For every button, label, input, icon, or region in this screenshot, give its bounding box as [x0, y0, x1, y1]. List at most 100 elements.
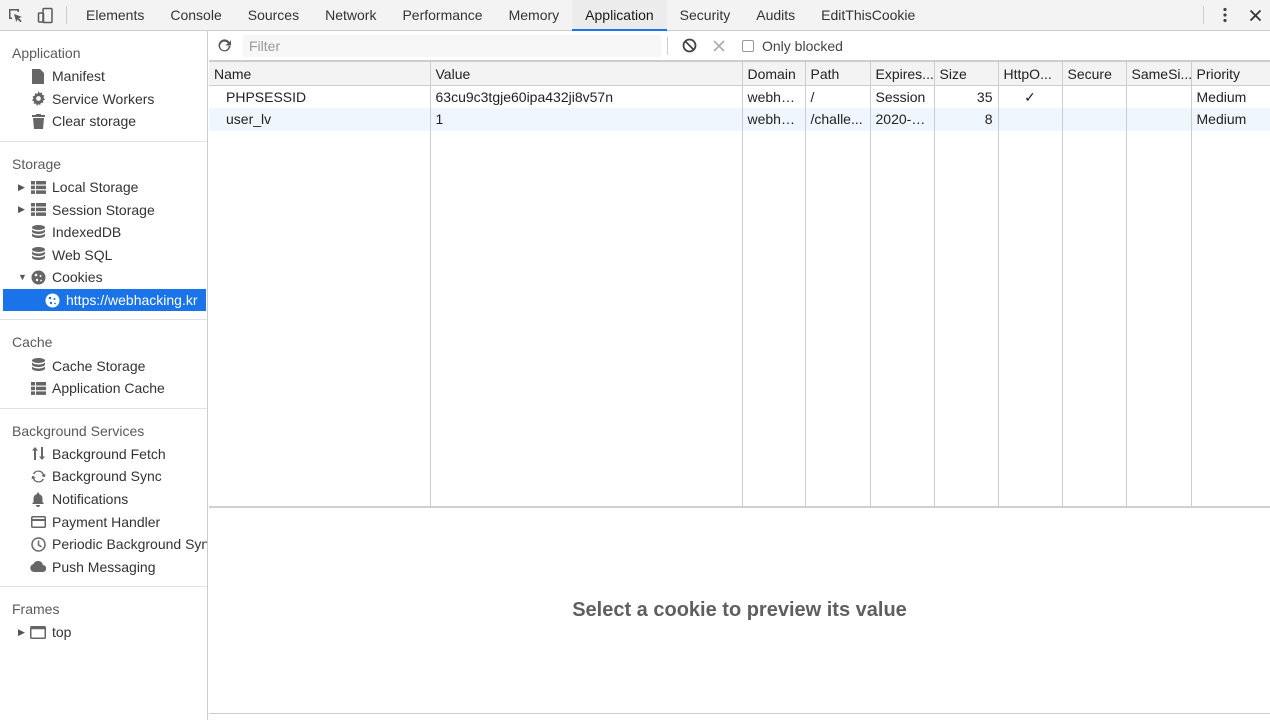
cookie-icon: [30, 269, 46, 285]
cell-size[interactable]: 35: [934, 85, 999, 108]
column-header-domain[interactable]: Domain: [742, 61, 806, 86]
tab-console[interactable]: Console: [157, 0, 234, 30]
sidebar-item-label: Notifications: [52, 491, 129, 508]
cell-samesite[interactable]: [1126, 85, 1192, 108]
table-row[interactable]: user_lv 1 webha... /challe... 2020-0... …: [209, 108, 1270, 131]
filler-cell: [998, 130, 1063, 506]
sidebar-section-storage: Storage ▶ Local Storage ▶ Session Storag…: [0, 142, 207, 321]
cell-secure[interactable]: [1062, 85, 1127, 108]
cell-priority[interactable]: Medium: [1191, 85, 1270, 108]
sidebar-item-manifest[interactable]: Manifest: [0, 65, 207, 88]
cell-expires[interactable]: Session: [870, 85, 935, 108]
database-icon: [30, 224, 46, 240]
inspect-element-icon[interactable]: [0, 0, 30, 30]
sidebar-item-local-storage[interactable]: ▶ Local Storage: [0, 176, 207, 199]
sidebar-item-label: https://webhacking.kr: [66, 292, 198, 309]
sidebar-item-indexeddb[interactable]: IndexedDB: [0, 221, 207, 244]
tab-audits[interactable]: Audits: [743, 0, 808, 30]
sidebar-item-cache-storage[interactable]: Cache Storage: [0, 354, 207, 377]
cell-secure[interactable]: [1062, 108, 1127, 131]
trash-icon: [30, 113, 46, 129]
sidebar-item-service-workers[interactable]: Service Workers: [0, 88, 207, 111]
filler-cell: [870, 130, 935, 506]
sidebar-item-label: Cookies: [52, 269, 103, 286]
column-header-priority[interactable]: Priority: [1191, 61, 1270, 86]
filler-cell: [430, 130, 743, 506]
only-blocked-label: Only blocked: [762, 37, 843, 54]
sidebar-item-label: Web SQL: [52, 246, 113, 263]
clear-all-cookies-button[interactable]: [674, 31, 704, 61]
cell-priority[interactable]: Medium: [1191, 108, 1270, 131]
delete-selected-button[interactable]: [704, 31, 734, 61]
only-blocked-checkbox[interactable]: [742, 39, 754, 52]
cell-value[interactable]: 1: [430, 108, 743, 131]
sidebar-item-application-cache[interactable]: Application Cache: [0, 377, 207, 400]
cell-size[interactable]: 8: [934, 108, 999, 131]
close-icon[interactable]: [1240, 0, 1270, 30]
tab-network[interactable]: Network: [312, 0, 389, 30]
filler-cell: [742, 130, 806, 506]
tab-performance[interactable]: Performance: [389, 0, 495, 30]
sidebar-item-push-messaging[interactable]: Push Messaging: [0, 556, 207, 579]
column-header-path[interactable]: Path: [805, 61, 871, 86]
cell-domain[interactable]: webha...: [742, 85, 806, 108]
tab-memory[interactable]: Memory: [496, 0, 573, 30]
tab-sources[interactable]: Sources: [235, 0, 312, 30]
frame-window-icon: [30, 624, 46, 640]
sidebar-item-label: Cache Storage: [52, 357, 146, 374]
section-title-storage: Storage: [12, 155, 62, 172]
sidebar-item-background-fetch[interactable]: Background Fetch: [0, 443, 207, 466]
database-icon: [30, 358, 46, 374]
column-header-secure[interactable]: Secure: [1062, 61, 1127, 86]
cell-httponly[interactable]: ✓: [998, 85, 1063, 108]
cell-domain[interactable]: webha...: [742, 108, 806, 131]
column-header-samesite[interactable]: SameSi...: [1126, 61, 1192, 86]
sync-icon: [30, 468, 46, 484]
tab-editthiscookie[interactable]: EditThisCookie: [808, 0, 928, 30]
cell-samesite[interactable]: [1126, 108, 1192, 131]
collapse-triangle-icon[interactable]: ▼: [18, 272, 27, 282]
panel-tabs: Elements Console Sources Network Perform…: [73, 0, 928, 31]
column-header-value[interactable]: Value: [430, 61, 743, 86]
sidebar-item-label: Clear storage: [52, 113, 137, 130]
expand-triangle-icon[interactable]: ▶: [18, 627, 25, 638]
sidebar-item-frame-top[interactable]: ▶ top: [0, 621, 207, 644]
sidebar-section-frames: Frames ▶ top: [0, 587, 207, 652]
sidebar-item-web-sql[interactable]: Web SQL: [0, 244, 207, 267]
cell-httponly[interactable]: [998, 108, 1063, 131]
cell-value[interactable]: 63cu9c3tgje60ipa432ji8v57n: [430, 85, 743, 108]
tab-elements[interactable]: Elements: [73, 0, 157, 30]
sidebar-item-payment-handler[interactable]: Payment Handler: [0, 510, 207, 533]
refresh-button[interactable]: [209, 31, 239, 61]
sidebar-item-label: Background Sync: [52, 468, 162, 485]
column-header-name[interactable]: Name: [209, 61, 431, 86]
expand-triangle-icon[interactable]: ▶: [18, 182, 25, 193]
toolbar-separator: [667, 36, 668, 55]
cell-name[interactable]: user_lv: [209, 108, 431, 131]
sidebar-item-notifications[interactable]: Notifications: [0, 488, 207, 511]
more-options-icon[interactable]: [1210, 0, 1240, 30]
tab-security[interactable]: Security: [667, 0, 744, 30]
cell-name[interactable]: PHPSESSID: [209, 85, 431, 108]
document-icon: [30, 68, 46, 84]
device-toolbar-icon[interactable]: [30, 0, 60, 30]
sidebar-item-cookies[interactable]: ▼ Cookies: [0, 266, 207, 289]
sidebar-item-session-storage[interactable]: ▶ Session Storage: [0, 198, 207, 221]
column-header-expires[interactable]: Expires...: [870, 61, 935, 86]
toolbar-divider: [1203, 6, 1204, 24]
column-header-size[interactable]: Size: [934, 61, 999, 86]
credit-card-icon: [30, 514, 46, 530]
cell-path[interactable]: /challe...: [805, 108, 871, 131]
sidebar-item-clear-storage[interactable]: Clear storage: [0, 110, 207, 133]
sidebar-section-background-services: Background Services Background Fetch Bac…: [0, 409, 207, 588]
cell-path[interactable]: /: [805, 85, 871, 108]
expand-triangle-icon[interactable]: ▶: [18, 204, 25, 215]
filter-input[interactable]: [243, 34, 661, 57]
sidebar-item-periodic-background-sync[interactable]: Periodic Background Sync: [0, 533, 207, 556]
cell-expires[interactable]: 2020-0...: [870, 108, 935, 131]
sidebar-item-cookie-origin[interactable]: https://webhacking.kr: [3, 288, 206, 312]
table-row[interactable]: PHPSESSID 63cu9c3tgje60ipa432ji8v57n web…: [209, 85, 1270, 108]
column-header-httponly[interactable]: HttpO...: [998, 61, 1063, 86]
tab-application[interactable]: Application: [572, 0, 667, 31]
sidebar-item-background-sync[interactable]: Background Sync: [0, 465, 207, 488]
